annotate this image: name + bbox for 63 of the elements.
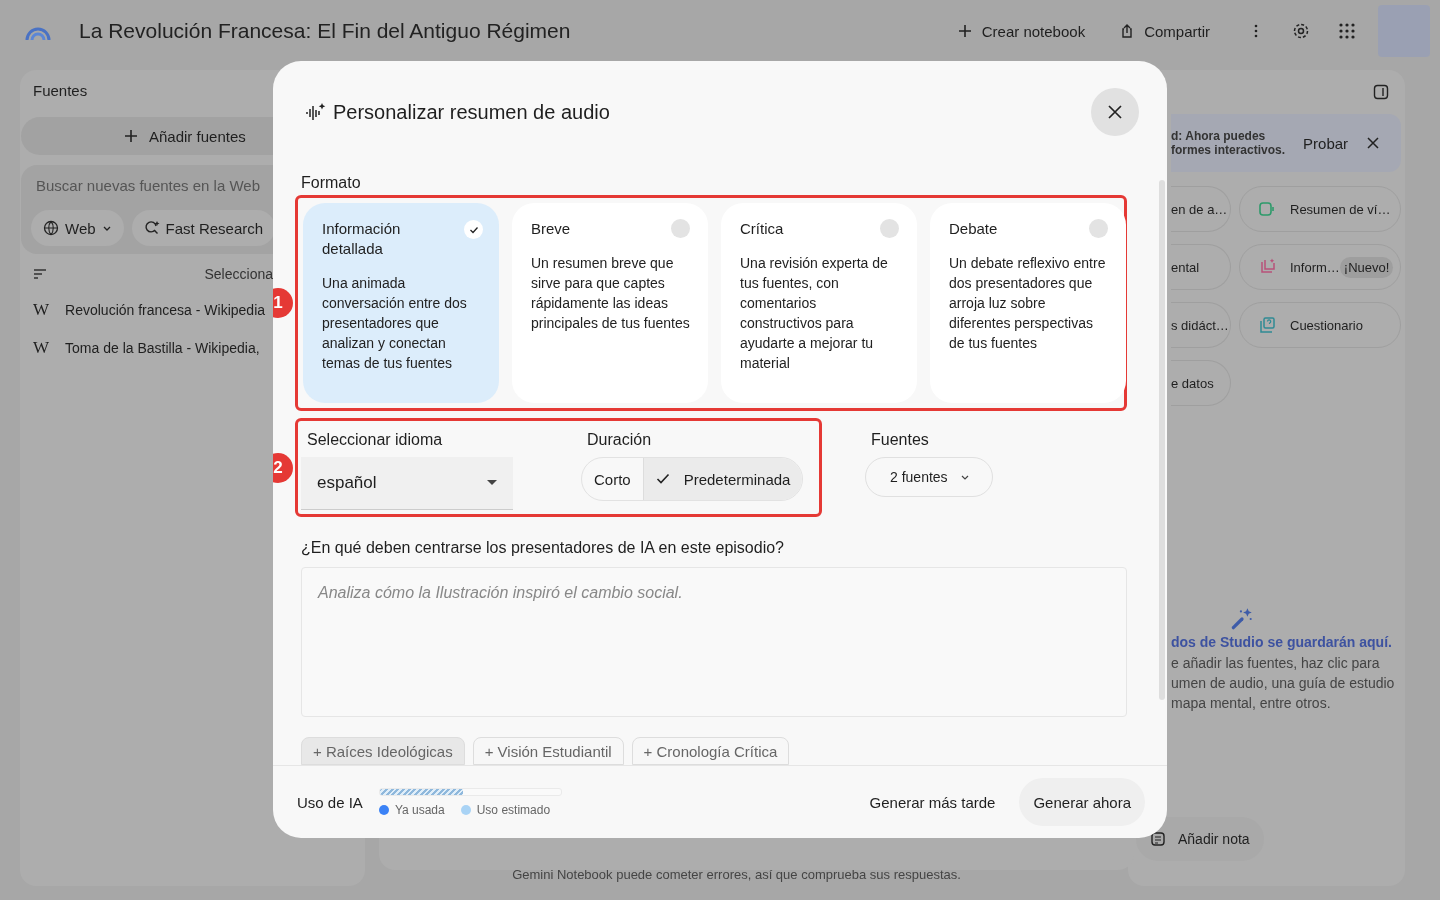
scrollbar[interactable] (1159, 180, 1165, 700)
create-notebook-button[interactable]: Crear notebook (946, 14, 1096, 48)
format-card[interactable]: Información detallada Una animada conversación entre dos presentadores que analizan y conectan temas de tus fuentes (303, 203, 499, 403)
close-button[interactable] (1091, 88, 1139, 136)
select-all-label: Selecciona (204, 266, 273, 282)
report-icon (1258, 258, 1276, 276)
try-button[interactable]: Probar (1303, 134, 1349, 152)
research-chip[interactable]: Fast Research (131, 210, 276, 246)
focus-input-field[interactable]: Analiza cómo la Ilustración inspiró el cambio social. (301, 567, 1127, 717)
empty-state-text: e añadir las fuentes, haz clic para umen de audio, una guía de estudio mapa mental, entre otros. (1171, 654, 1395, 713)
step-badge: 2 (273, 453, 293, 483)
ai-usage-label: Uso de IA (297, 793, 363, 811)
check-icon (464, 220, 483, 239)
audio-sparkle-icon (305, 101, 327, 123)
format-card[interactable]: Breve Un resumen breve que sirve para que captes rápidamente las ideas principales de tus fuentes (512, 203, 708, 403)
search-field[interactable]: Buscar nuevas fuentes en la Web (21, 173, 291, 198)
check-icon (655, 472, 670, 486)
magic-wand-icon (1229, 606, 1255, 632)
notebook-title: La Revolución Francesa: El Fin del Antiguo Régimen (79, 19, 571, 43)
radio-icon (671, 219, 690, 238)
web-chip[interactable]: Web (31, 210, 124, 246)
generate-now-button[interactable]: Generar ahora (1019, 778, 1145, 826)
sort-icon[interactable] (33, 267, 47, 281)
format-label: Formato (301, 174, 362, 192)
radio-icon (880, 219, 899, 238)
plus-icon (123, 128, 139, 144)
caret-icon (487, 480, 497, 486)
sources-label: Fuentes (871, 431, 930, 449)
generate-later-button[interactable]: Generar más tarde (855, 781, 1010, 823)
dialog-title: Personalizar resumen de audio (333, 100, 610, 124)
duration-option[interactable]: Corto (582, 458, 643, 500)
plus-icon (956, 23, 973, 39)
format-card[interactable]: Crítica Una revisión experta de tus fuentes, con comentarios constructivos para ayudarte a mejorar tu material (721, 203, 917, 403)
disclaimer-text: Gemini Notebook puede cometer errores, así que comprueba sus respuestas. (512, 867, 961, 882)
format-card[interactable]: Debate Un debate reflexivo entre dos presentadores que arroja luz sobre diferentes perspectivas de tus fuentes (930, 203, 1126, 403)
duration-option[interactable]: Predeterminada (642, 458, 803, 500)
radio-icon (1089, 219, 1108, 238)
apps-icon[interactable] (1338, 22, 1356, 40)
focus-question-label: ¿En qué deben centrarse los presentadores de IA en este episodio? (301, 539, 785, 557)
settings-icon[interactable] (1292, 22, 1310, 40)
panel-toggle-icon[interactable] (1373, 84, 1389, 100)
suggestion-chip[interactable]: + Visión Estudiantil (472, 737, 624, 765)
legend-label: Ya usada (394, 802, 445, 817)
language-dropdown[interactable]: español (301, 457, 513, 510)
share-button[interactable]: Compartir (1109, 14, 1220, 48)
empty-state-title: dos de Studio se guardarán aquí. (1171, 634, 1392, 650)
video-icon (1258, 200, 1276, 218)
suggestion-chip[interactable]: + Raíces Ideológicas (301, 737, 465, 765)
add-note-button[interactable]: Añadir nota (1136, 817, 1264, 861)
duration-label: Duración (587, 431, 653, 449)
banner-text: d: Ahora puedes formes interactivos. (1171, 129, 1286, 157)
close-icon (1107, 104, 1123, 120)
close-icon[interactable] (1366, 136, 1381, 150)
note-icon (1150, 831, 1166, 847)
sparkle-search-icon (143, 220, 160, 236)
legend-label: Uso estimado (476, 802, 551, 817)
step-badge: 1 (273, 288, 293, 318)
suggestion-chip[interactable]: + Cronología Crítica (631, 737, 790, 765)
quiz-icon (1258, 316, 1276, 334)
language-label: Seleccionar idioma (307, 431, 444, 449)
new-badge: ¡Nuevo! (1339, 256, 1394, 278)
panel-title: Fuentes (33, 82, 89, 99)
globe-icon (43, 220, 59, 236)
